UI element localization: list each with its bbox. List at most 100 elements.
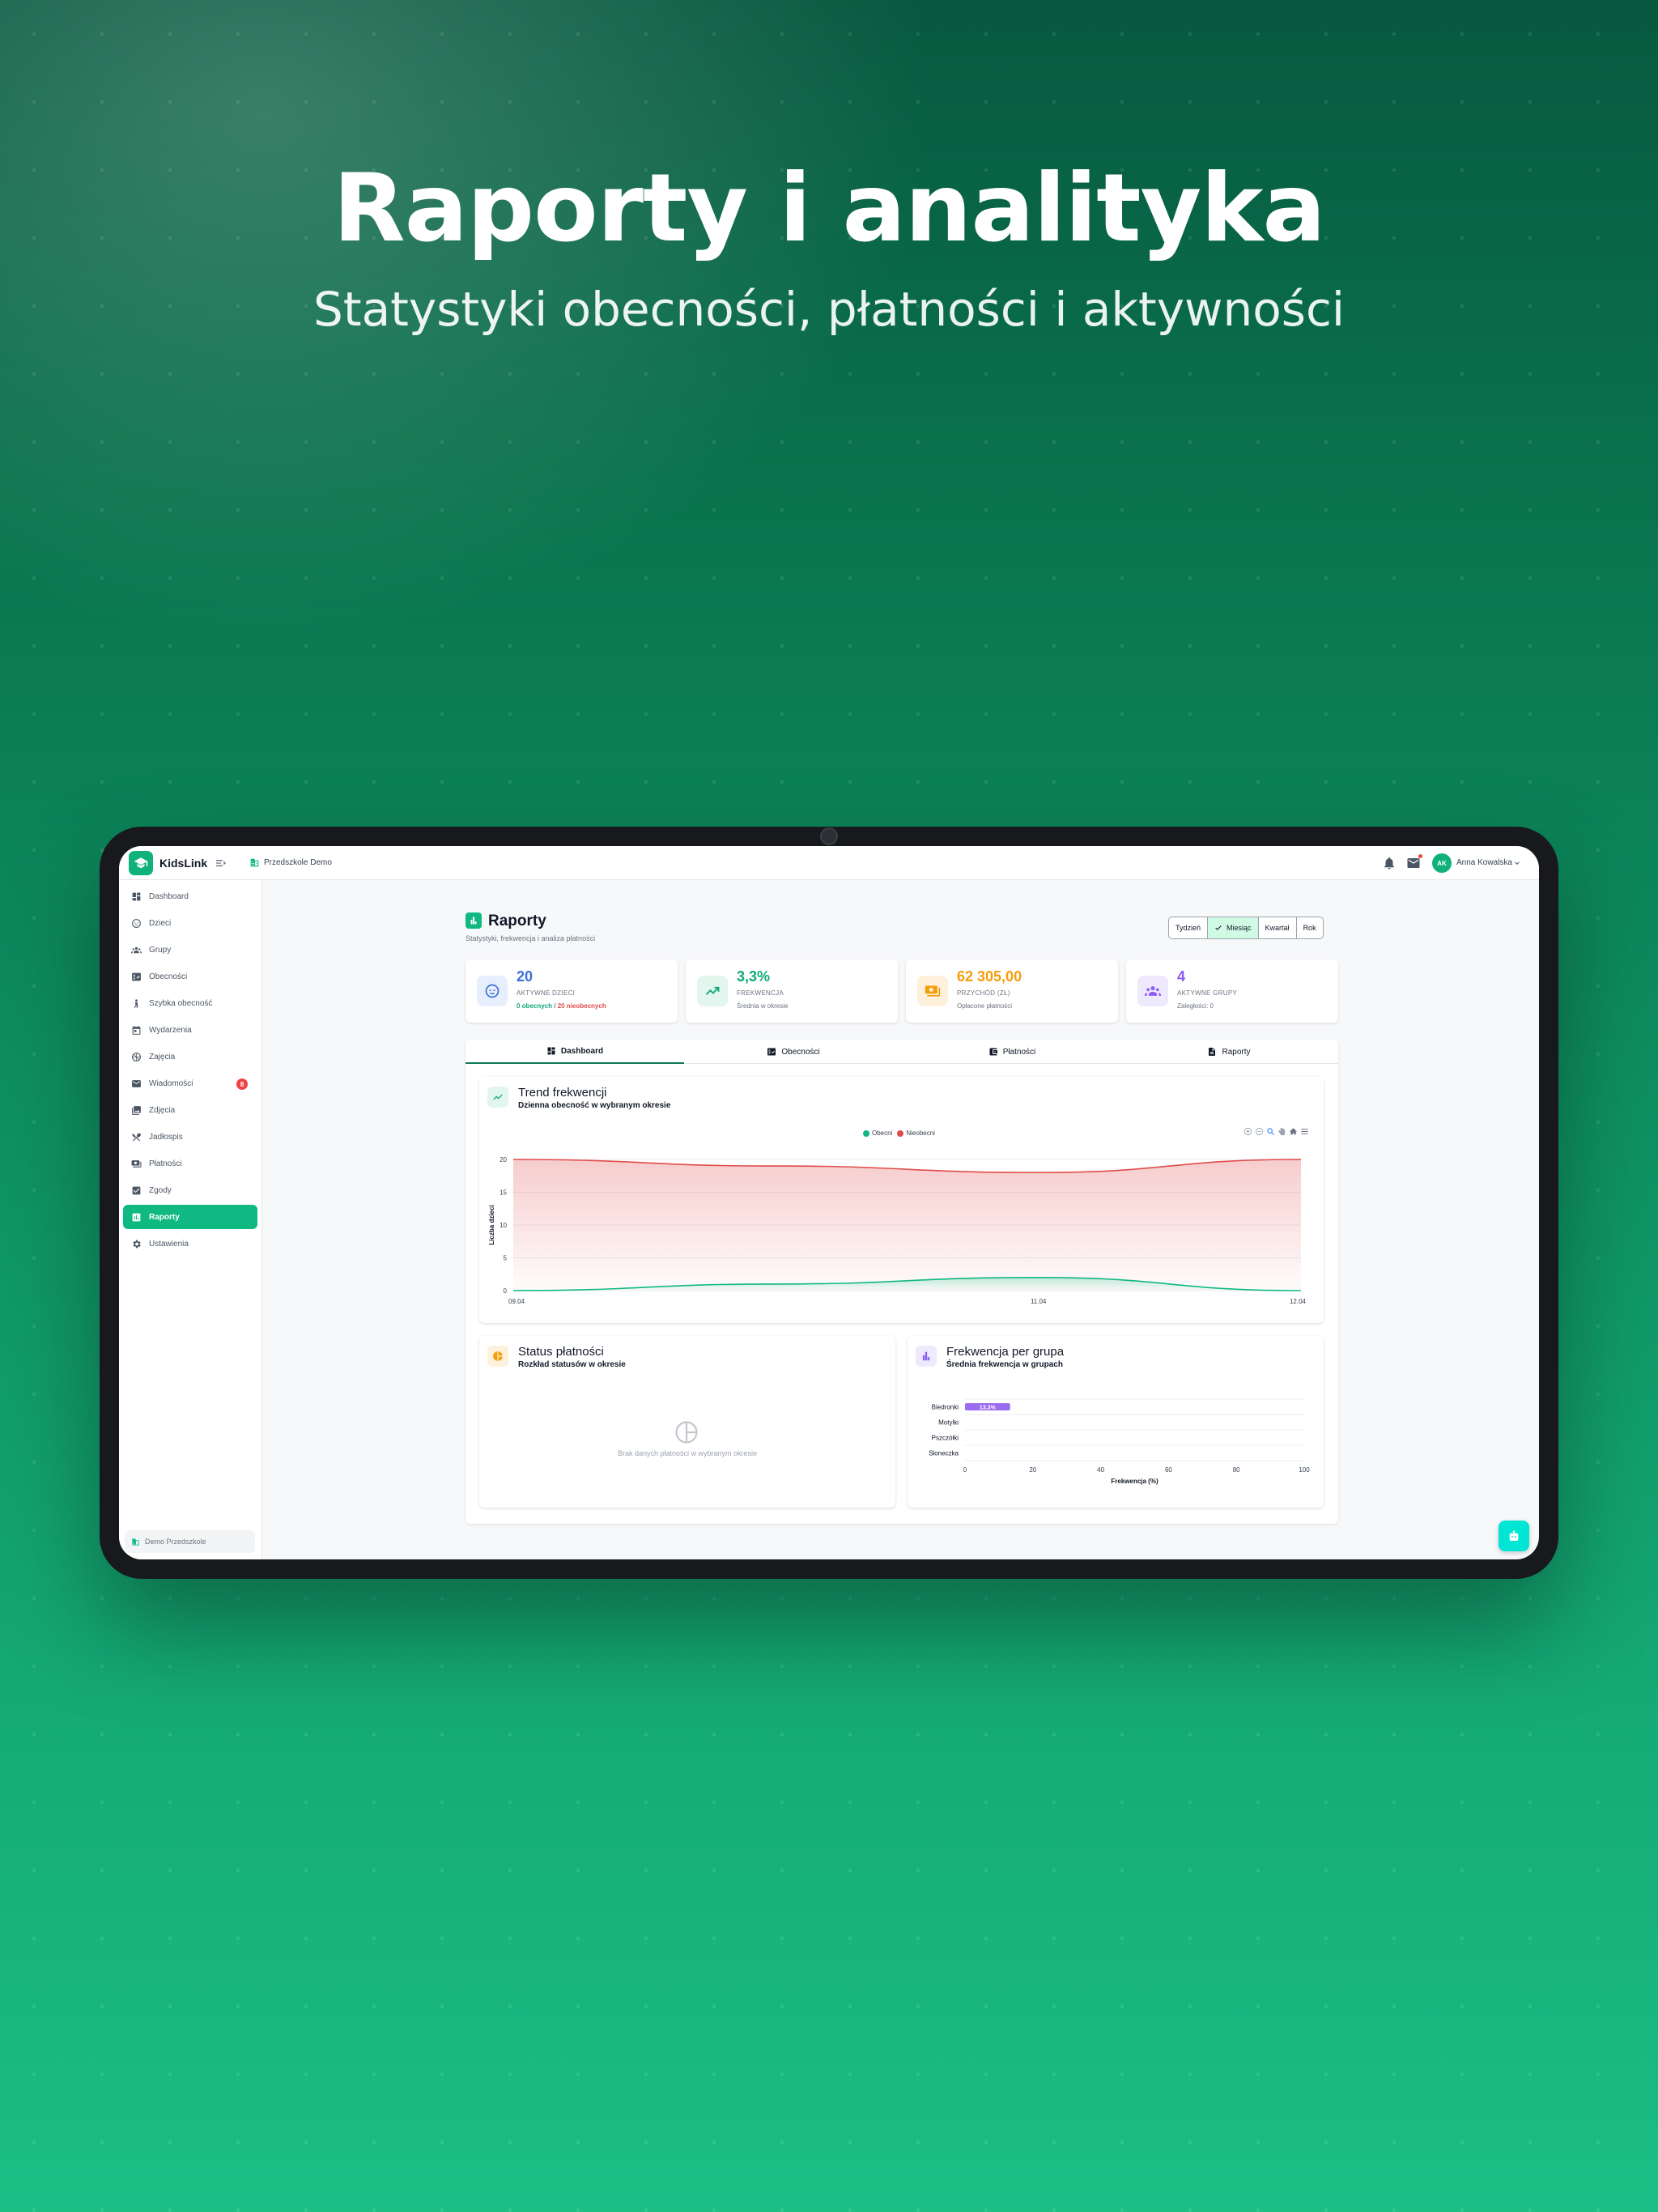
attendance-icon	[767, 1048, 776, 1056]
sidebar-item-photos[interactable]: Zdjęcia	[123, 1098, 257, 1122]
sidebar-item-attendance[interactable]: Obecności	[123, 964, 257, 989]
sidebar-item-label: Zdjęcia	[149, 1105, 176, 1115]
activities-icon	[132, 1052, 141, 1061]
quick-attendance-icon	[134, 998, 138, 1008]
assistant-fab-button[interactable]	[1499, 1521, 1529, 1551]
bell-icon[interactable]	[1382, 856, 1397, 870]
sidebar-item-label: Ustawienia	[149, 1239, 189, 1249]
tab-label: Raporty	[1222, 1047, 1251, 1057]
sidebar-item-consents[interactable]: Zgody	[123, 1178, 257, 1202]
sidebar-item-activities[interactable]: Zajęcia	[123, 1044, 257, 1069]
trending-up-icon	[487, 1087, 508, 1108]
school-building-icon	[250, 858, 259, 867]
present-count: 0 obecnych	[517, 1002, 553, 1010]
payments-icon	[131, 1159, 142, 1168]
group-bar-chart: Biedronki 13.3% Motylki Pszczółki Słoneczka 0…	[929, 1398, 1310, 1485]
legend-present[interactable]: Obecni	[872, 1129, 892, 1137]
stat-card-attendance: 3,3% FREKWENCJA Średnia w okresie	[686, 959, 898, 1023]
logo-icon[interactable]	[129, 851, 153, 875]
tab-dashboard[interactable]: Dashboard	[466, 1040, 684, 1064]
sidebar-item-settings[interactable]: Ustawienia	[123, 1231, 257, 1256]
zoom-out-icon[interactable]	[1255, 1127, 1264, 1136]
category-label: Pszczółki	[932, 1435, 959, 1442]
sidebar-item-events[interactable]: Wydarzenia	[123, 1018, 257, 1042]
zoom-in-icon[interactable]	[1244, 1127, 1252, 1136]
stat-note: Opłacone płatności	[957, 1002, 1013, 1010]
school-footer[interactable]: Demo Przedszkole	[125, 1530, 255, 1553]
user-name[interactable]: Anna Kowalska	[1456, 858, 1512, 867]
cutlery-icon	[132, 1133, 141, 1141]
sidebar: Dashboard Dzieci Grupy Obecności Szybka …	[119, 880, 262, 1559]
groups-title: Frekwencja per grupa	[946, 1345, 1065, 1359]
trending-up-icon	[697, 976, 728, 1006]
sidebar-item-menu[interactable]: Jadłospis	[123, 1125, 257, 1149]
gear-icon	[133, 1240, 141, 1248]
payments-subtitle: Rozkład statusów w okresie	[518, 1360, 626, 1369]
stat-label: PRZYCHÓD (ZŁ)	[957, 989, 1010, 997]
magnifier-icon[interactable]	[1266, 1127, 1275, 1136]
sidebar-item-dashboard[interactable]: Dashboard	[123, 884, 257, 908]
stat-value: 62 305,00	[957, 968, 1022, 985]
stat-card-children: 20 AKTYWNE DZIECI 0 obecnych / 20 nieobe…	[466, 959, 678, 1023]
x-tick-label: 0	[963, 1466, 967, 1474]
payments-title: Status płatności	[518, 1345, 604, 1359]
sidebar-item-label: Zgody	[149, 1185, 172, 1195]
school-selector[interactable]: Przedszkole Demo	[264, 858, 332, 867]
wallet-icon	[989, 1048, 997, 1056]
payments-empty-message: Brak danych płatności w wybranym okresie	[617, 1449, 758, 1457]
category-label: Motylki	[938, 1419, 959, 1427]
sidebar-item-reports[interactable]: Raporty	[123, 1205, 257, 1229]
y-tick-label: 10	[500, 1222, 507, 1229]
pan-hand-icon[interactable]	[1278, 1127, 1286, 1136]
trend-title: Trend frekwencji	[518, 1086, 607, 1100]
tab-label: Dashboard	[560, 1046, 604, 1056]
chevron-down-icon[interactable]	[1513, 859, 1521, 867]
legend-absent[interactable]: Nieobecni	[906, 1129, 935, 1137]
trend-chart: 0 5 10 15 20 Liczba dzieci 09.04 11.04 12.04	[488, 1156, 1307, 1305]
legend-marker-absent	[897, 1129, 904, 1137]
y-tick-label: 20	[500, 1156, 507, 1163]
mail-icon	[132, 1079, 141, 1087]
sidebar-item-label: Jadłospis	[149, 1132, 183, 1142]
tablet-camera	[820, 827, 838, 845]
home-icon[interactable]	[1289, 1127, 1298, 1136]
x-tick-label: 100	[1299, 1466, 1310, 1474]
robot-icon	[1509, 1530, 1519, 1541]
menu-icon[interactable]	[1300, 1127, 1309, 1136]
page-title: Raporty	[488, 912, 546, 929]
period-month-button[interactable]: Miesiąc	[1208, 917, 1259, 938]
top-bar: KidsLink Przedszkole Demo AK Anna Kowals…	[119, 846, 1539, 880]
sidebar-item-messages[interactable]: Wiadomości 8	[123, 1071, 257, 1095]
sidebar-item-label: Zajęcia	[149, 1052, 176, 1061]
sidebar-item-label: Płatności	[149, 1159, 182, 1168]
groups-icon	[1137, 976, 1168, 1006]
sidebar-item-label: Dzieci	[149, 918, 172, 928]
notification-dot	[1418, 854, 1422, 858]
sidebar-item-groups[interactable]: Grupy	[123, 938, 257, 962]
period-week-button[interactable]: Tydzień	[1169, 917, 1209, 938]
tab-payments[interactable]: Płatności	[903, 1040, 1121, 1064]
period-quarter-button[interactable]: Kwartał	[1259, 917, 1297, 938]
x-tick-label: 60	[1165, 1466, 1172, 1474]
sidebar-item-quick-attendance[interactable]: Szybka obecność	[123, 991, 257, 1015]
x-axis-title: Frekwencja (%)	[1111, 1478, 1158, 1485]
document-icon	[1209, 1048, 1216, 1056]
photos-icon	[132, 1105, 141, 1115]
page-subtitle: Statystyki, frekwencja i analiza płatnoś…	[466, 934, 596, 942]
sidebar-item-label: Obecności	[149, 972, 188, 981]
reports-icon	[132, 1213, 141, 1221]
tab-reports[interactable]: Raporty	[1120, 1040, 1338, 1064]
sidebar-item-payments[interactable]: Płatności	[123, 1151, 257, 1176]
x-tick-label: 40	[1097, 1466, 1104, 1474]
group-attendance-card: Frekwencja per grupa Średnia frekwencja …	[908, 1336, 1324, 1508]
sidebar-item-children[interactable]: Dzieci	[123, 911, 257, 935]
absent-area	[513, 1159, 1301, 1291]
menu-toggle-icon[interactable]	[215, 857, 227, 870]
tab-attendance[interactable]: Obecności	[684, 1040, 903, 1064]
avatar[interactable]: AK	[1432, 853, 1452, 873]
stat-note: Zaległości: 0	[1177, 1002, 1214, 1010]
period-year-button[interactable]: Rok	[1297, 917, 1323, 938]
trend-subtitle: Dzienna obecność w wybranym okresie	[518, 1101, 671, 1110]
school-footer-label: Demo Przedszkole	[145, 1538, 206, 1546]
bar-data-label: 13.3%	[980, 1406, 997, 1411]
